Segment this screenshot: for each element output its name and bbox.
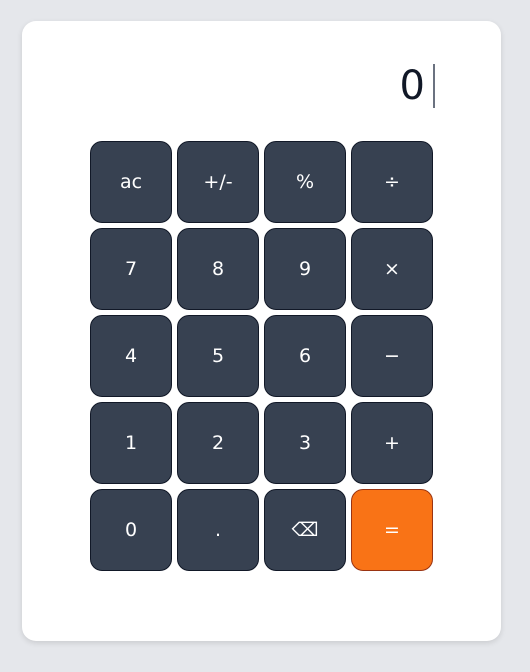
digit-0-button[interactable]: 0	[90, 489, 172, 571]
plus-minus-button[interactable]: +/-	[177, 141, 259, 223]
decimal-button[interactable]: .	[177, 489, 259, 571]
keypad: ac +/- % ÷ 7 8 9 × 4 5 6 − 1 2 3 + 0 . ⌫…	[90, 141, 433, 571]
display-value: 0	[399, 63, 426, 109]
plus-button[interactable]: +	[351, 402, 433, 484]
digit-8-button[interactable]: 8	[177, 228, 259, 310]
percent-button[interactable]: %	[264, 141, 346, 223]
digit-5-button[interactable]: 5	[177, 315, 259, 397]
display: 0	[400, 61, 435, 111]
digit-2-button[interactable]: 2	[177, 402, 259, 484]
digit-4-button[interactable]: 4	[90, 315, 172, 397]
minus-button[interactable]: −	[351, 315, 433, 397]
ac-button[interactable]: ac	[90, 141, 172, 223]
text-cursor	[433, 64, 435, 108]
digit-3-button[interactable]: 3	[264, 402, 346, 484]
digit-1-button[interactable]: 1	[90, 402, 172, 484]
equals-button[interactable]: =	[351, 489, 433, 571]
digit-7-button[interactable]: 7	[90, 228, 172, 310]
multiply-button[interactable]: ×	[351, 228, 433, 310]
divide-button[interactable]: ÷	[351, 141, 433, 223]
digit-6-button[interactable]: 6	[264, 315, 346, 397]
digit-9-button[interactable]: 9	[264, 228, 346, 310]
backspace-button[interactable]: ⌫	[264, 489, 346, 571]
calculator-card: 0 ac +/- % ÷ 7 8 9 × 4 5 6 − 1 2 3 + 0 .…	[22, 21, 501, 641]
